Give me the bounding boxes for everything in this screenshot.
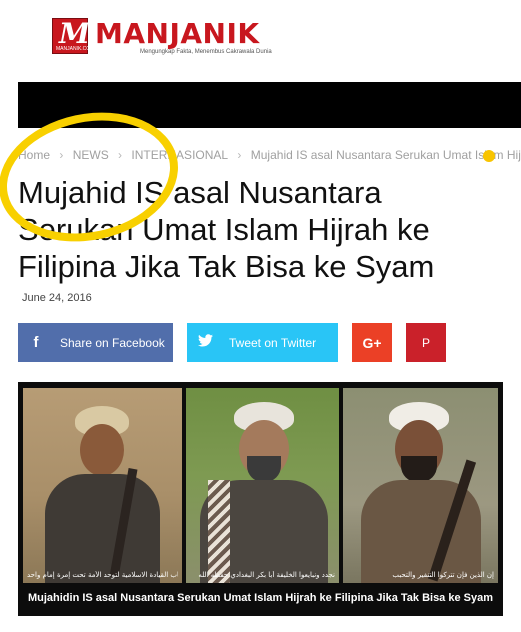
- yellow-highlight-dot: [483, 150, 495, 162]
- logo-domain: MANJANIK.COM: [56, 46, 95, 52]
- video-still-2: نجدد ونبايعوا الخليفة أبا بكر البغدادي ح…: [186, 388, 339, 583]
- share-googleplus-button[interactable]: G+: [352, 323, 392, 362]
- twitter-icon: [187, 334, 223, 351]
- share-pinterest-button[interactable]: P: [406, 323, 446, 362]
- video-still-3: إن الذين فإن تتركوا التنفير والتحبب: [343, 388, 498, 583]
- pinterest-icon: P: [421, 335, 430, 350]
- beard-shape: [401, 456, 437, 482]
- article-hero-image[interactable]: لقد تسبب غياب القيادة الاسلامية لتوحد ال…: [18, 382, 503, 616]
- breadcrumb-separator: ›: [237, 148, 242, 162]
- logo-wordmark: MANJANIK: [95, 17, 260, 50]
- share-twitter-button[interactable]: Tweet on Twitter: [187, 323, 338, 362]
- logo-tagline: Mengungkap Fakta, Menembus Cakrawala Dun…: [140, 49, 272, 55]
- share-facebook-button[interactable]: f Share on Facebook: [18, 323, 173, 362]
- subtitle-2: نجدد ونبايعوا الخليفة أبا بكر البغدادي ح…: [198, 571, 335, 579]
- subtitle-3: إن الذين فإن تتركوا التنفير والتحبب: [392, 571, 494, 579]
- share-twitter-label: Tweet on Twitter: [229, 335, 317, 350]
- body-shape: [45, 474, 160, 583]
- beard-shape: [247, 456, 281, 482]
- facebook-icon: f: [33, 334, 39, 351]
- face-shape: [80, 424, 124, 476]
- site-logo[interactable]: M MANJANIK.COM MANJANIK Mengungkap Fakta…: [52, 17, 272, 56]
- googleplus-icon: G+: [362, 334, 382, 351]
- article-date: June 24, 2016: [22, 292, 92, 304]
- scarf-shape: [208, 480, 230, 583]
- logo-mark: M MANJANIK.COM: [52, 17, 94, 54]
- share-facebook-label: Share on Facebook: [60, 335, 165, 350]
- image-caption: Mujahidin IS asal Nusantara Serukan Umat…: [27, 592, 494, 604]
- video-still-1: لقد تسبب غياب القيادة الاسلامية لتوحد ال…: [23, 388, 182, 583]
- subtitle-1: لقد تسبب غياب القيادة الاسلامية لتوحد ال…: [27, 571, 178, 579]
- breadcrumb-current: Mujahid IS asal Nusantara Serukan Umat I…: [250, 148, 521, 162]
